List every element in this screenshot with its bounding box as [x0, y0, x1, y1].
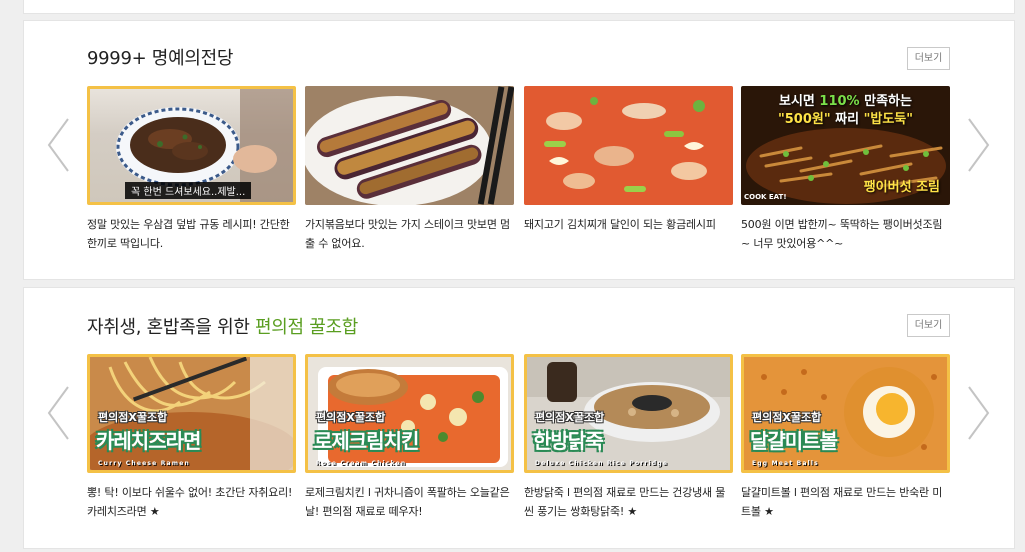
recipe-caption[interactable]: 한방닭죽 l 편의점 재료로 만드는 건강냉새 물씬 풍기는 쌍화탕닭죽! ★ [524, 483, 733, 521]
recipe-caption[interactable]: 500원 이면 밥한끼~ 뚝딱하는 팽이버섯조림~ 너무 맛있어용^^~ [741, 215, 950, 253]
chevron-right-icon [968, 118, 990, 172]
combo-tag: 편의점X꿀조합 [98, 411, 168, 424]
recipe-thumbnail[interactable]: 편의점X꿀조합 달걀미트볼 Egg Meat Balls [741, 354, 950, 473]
prev-arrow[interactable] [46, 117, 72, 173]
recipe-card[interactable]: 가지볶음보다 맛있는 가지 스테이크 맛보면 멈출 수 없어요. [305, 86, 514, 253]
section-title: 자취생, 혼밥족을 위한 편의점 꿀조합 [87, 317, 359, 338]
chevron-right-icon [968, 386, 990, 440]
thumbnail-headline-1: 보시면 110% 만족하는 [779, 94, 912, 109]
combo-english-name: Rose Cream Chicken [316, 460, 407, 467]
chevron-left-icon [47, 386, 69, 440]
thumbnail-dish-name: 팽이버섯 조림 [863, 180, 940, 195]
recipe-card[interactable]: 편의점X꿀조합 로제크림치킨 Rose Cream Chicken 로제크림치킨… [305, 354, 514, 521]
next-arrow[interactable] [965, 385, 991, 441]
recipe-card[interactable]: 돼지고기 김치찌개 달인이 되는 황금레시피 [524, 86, 733, 234]
thumbnail-headline-2: "500원" 짜리 "밥도둑" [777, 112, 914, 127]
recipe-thumbnail[interactable]: 편의점X꿀조합 한방닭죽 Deluxe Chicken Rice Porridg… [524, 354, 733, 473]
recipe-card[interactable]: 편의점X꿀조합 달걀미트볼 Egg Meat Balls 달걀미트볼 l 편의점… [741, 354, 950, 521]
more-button[interactable]: 더보기 [907, 314, 950, 337]
chevron-left-icon [47, 118, 69, 172]
hall-of-fame-section: 9999+ 명예의전당 더보기 꼭 한번 드셔보세요..제발... 정말 맛있는… [23, 20, 1015, 280]
recipe-card[interactable]: 편의점X꿀조합 카레치즈라면 Curry Cheese Ramen 뽕! 탁! … [87, 354, 296, 521]
recipe-card[interactable]: 편의점X꿀조합 한방닭죽 Deluxe Chicken Rice Porridg… [524, 354, 733, 521]
recipe-thumbnail[interactable]: 꼭 한번 드셔보세요..제발... [87, 86, 296, 205]
combo-dish-name: 한방닭죽 [533, 429, 604, 453]
combo-dish-name: 로제크림치킨 [314, 429, 419, 453]
section-title-accent: 편의점 꿀조합 [255, 317, 359, 338]
recipe-caption[interactable]: 뽕! 탁! 이보다 쉬울수 없어! 초간단 자취요리! 카레치즈라면 ★ [87, 483, 296, 521]
combo-tag: 편의점X꿀조합 [752, 411, 822, 424]
combo-english-name: Deluxe Chicken Rice Porridge [535, 460, 669, 467]
recipe-thumbnail[interactable]: 보시면 110% 만족하는 "500원" 짜리 "밥도둑" 팽이버섯 조림 CO… [741, 86, 950, 205]
recipe-thumbnail[interactable]: 편의점X꿀조합 로제크림치킨 Rose Cream Chicken [305, 354, 514, 473]
recipe-caption[interactable]: 가지볶음보다 맛있는 가지 스테이크 맛보면 멈출 수 없어요. [305, 215, 514, 253]
recipe-caption[interactable]: 로제크림치킨 l 귀차니즘이 폭팔하는 오늘같은 날! 편의점 재료로 떼우자! [305, 483, 514, 521]
recipe-caption[interactable]: 돼지고기 김치찌개 달인이 되는 황금레시피 [524, 215, 733, 234]
combo-english-name: Curry Cheese Ramen [98, 460, 190, 467]
recipe-thumbnail[interactable] [524, 86, 733, 205]
next-arrow[interactable] [965, 117, 991, 173]
combo-tag: 편의점X꿀조합 [316, 411, 386, 424]
combo-tag: 편의점X꿀조합 [535, 411, 605, 424]
previous-section-panel [23, 0, 1015, 14]
eggplant-steak-image [305, 86, 514, 205]
more-button[interactable]: 더보기 [907, 47, 950, 70]
recipe-caption[interactable]: 정말 맛있는 우삼겹 덮밥 규동 레시피! 간단한 한끼로 딱입니다. [87, 215, 296, 253]
channel-logo: COOK EAT! [744, 193, 787, 201]
kimchi-stew-image [524, 86, 733, 205]
recipe-thumbnail[interactable] [305, 86, 514, 205]
combo-dish-name: 달걀미트볼 [750, 429, 838, 453]
recipe-caption[interactable]: 달걀미트볼 l 편의점 재료로 만드는 반숙란 미트볼 ★ [741, 483, 950, 521]
section-title: 9999+ 명예의전당 [87, 48, 234, 69]
combo-dish-name: 카레치즈라면 [96, 429, 201, 453]
video-subtitle: 꼭 한번 드셔보세요..제발... [125, 182, 252, 199]
convenience-store-combo-section: 자취생, 혼밥족을 위한 편의점 꿀조합 더보기 편의점X꿀조합 카레치즈라면 … [23, 287, 1015, 549]
recipe-card[interactable]: 꼭 한번 드셔보세요..제발... 정말 맛있는 우삼겹 덮밥 규동 레시피! … [87, 86, 296, 253]
recipe-card[interactable]: 보시면 110% 만족하는 "500원" 짜리 "밥도둑" 팽이버섯 조림 CO… [741, 86, 950, 253]
prev-arrow[interactable] [46, 385, 72, 441]
combo-english-name: Egg Meat Balls [752, 460, 819, 467]
recipe-thumbnail[interactable]: 편의점X꿀조합 카레치즈라면 Curry Cheese Ramen [87, 354, 296, 473]
